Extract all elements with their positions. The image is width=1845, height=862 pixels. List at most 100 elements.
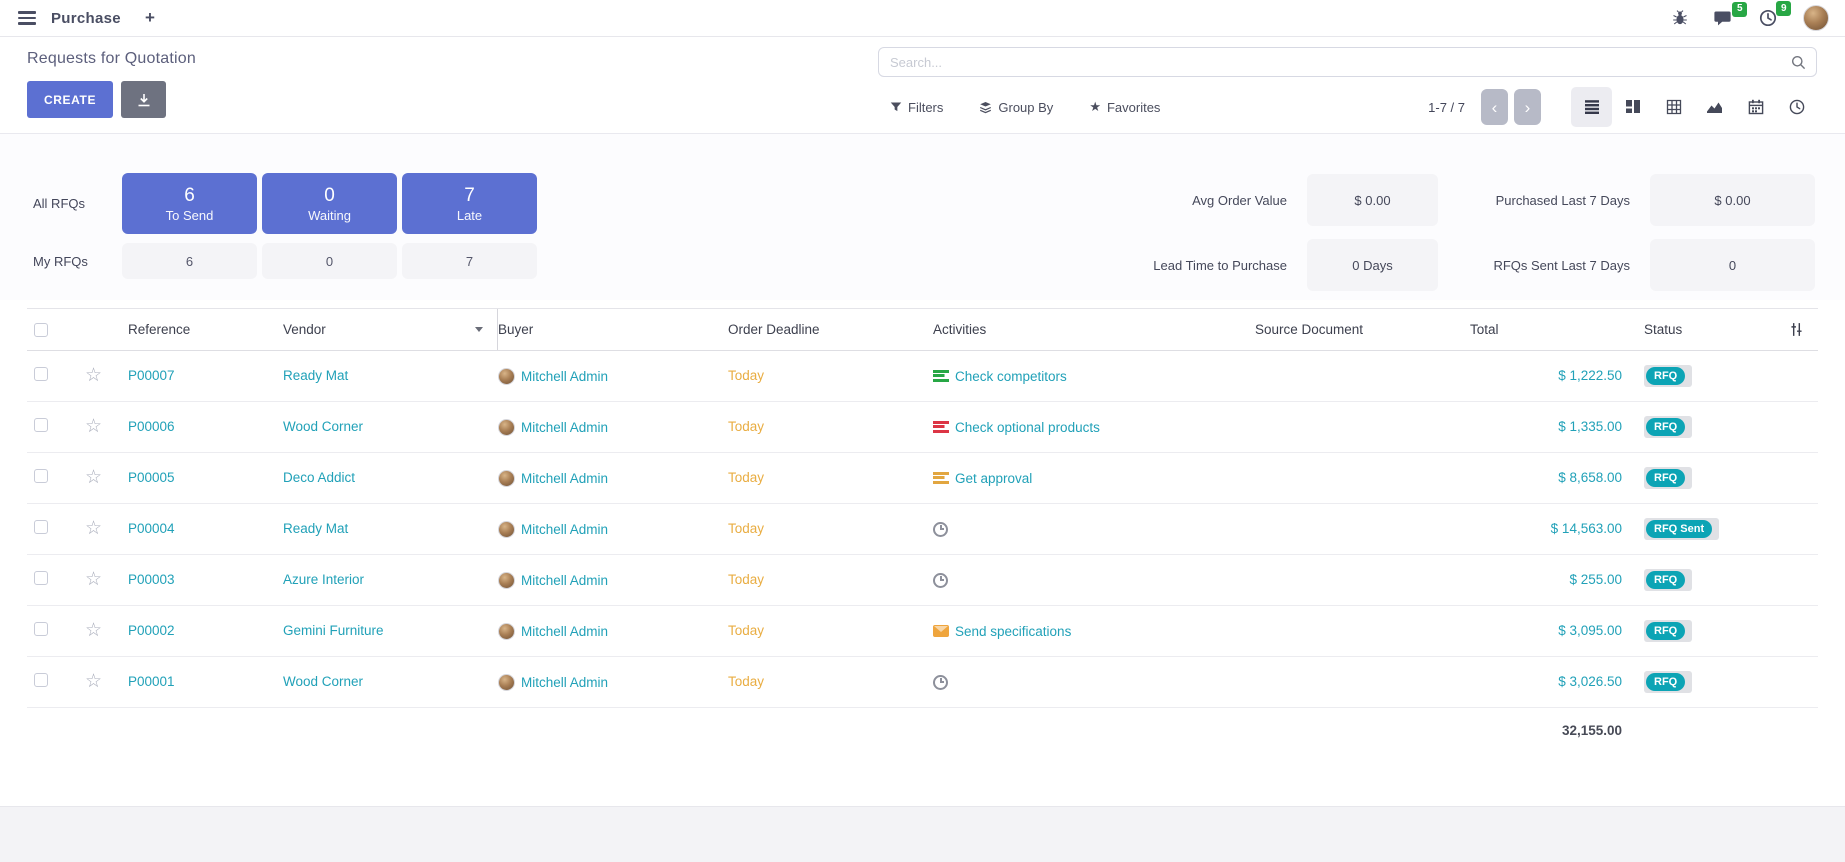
buyer-link[interactable]: Mitchell Admin [521,369,608,384]
create-button[interactable]: CREATE [27,81,113,118]
activity-tasks-icon[interactable] [933,370,949,383]
pivot-view-button[interactable] [1653,87,1694,127]
pager-previous-button[interactable]: ‹ [1481,89,1508,125]
star-icon[interactable]: ☆ [85,519,102,539]
table-row[interactable]: ☆ P00007 Ready Mat Mitchell Admin Today … [27,351,1818,402]
reference-link[interactable]: P00005 [128,470,175,485]
graph-view-button[interactable] [1694,87,1735,127]
export-button[interactable] [121,81,166,118]
apps-menu-icon[interactable] [18,11,36,25]
card-waiting[interactable]: 0 Waiting [262,173,397,234]
header-vendor[interactable]: Vendor [283,309,498,350]
star-icon[interactable]: ☆ [85,621,102,641]
table-row[interactable]: ☆ P00004 Ready Mat Mitchell Admin Today … [27,504,1818,555]
vendor-link[interactable]: Gemini Furniture [283,623,384,638]
kanban-view-button[interactable] [1612,87,1653,127]
favorites-button[interactable]: ★ Favorites [1089,99,1160,115]
plus-icon[interactable]: + [145,8,155,28]
star-icon[interactable]: ☆ [85,672,102,692]
table-row[interactable]: ☆ P00005 Deco Addict Mitchell Admin Toda… [27,453,1818,504]
vendor-link[interactable]: Deco Addict [283,470,355,485]
group-by-button[interactable]: Group By [979,100,1053,115]
optional-columns-icon[interactable] [1789,322,1804,337]
table-row[interactable]: ☆ P00006 Wood Corner Mitchell Admin Toda… [27,402,1818,453]
reference-link[interactable]: P00003 [128,572,175,587]
activities-menu[interactable]: 9 [1759,9,1777,27]
table-row[interactable]: ☆ P00002 Gemini Furniture Mitchell Admin… [27,606,1818,657]
table-row[interactable]: ☆ P00003 Azure Interior Mitchell Admin T… [27,555,1818,606]
activity-label[interactable]: Check optional products [955,420,1100,435]
activity-tasks-icon[interactable] [933,472,949,485]
lead-time-to-purchase[interactable]: 0 Days [1307,239,1438,291]
search-input[interactable] [890,55,1791,70]
table-row[interactable]: ☆ P00001 Wood Corner Mitchell Admin Toda… [27,657,1818,708]
vendor-link[interactable]: Wood Corner [283,674,363,689]
reference-link[interactable]: P00002 [128,623,175,638]
my-waiting-card[interactable]: 0 [262,243,397,279]
reference-link[interactable]: P00001 [128,674,175,689]
app-title[interactable]: Purchase [51,10,121,27]
star-icon[interactable]: ☆ [85,417,102,437]
buyer-avatar [498,623,515,640]
status-badge: RFQ [1644,365,1692,387]
my-late-card[interactable]: 7 [402,243,537,279]
star-icon[interactable]: ☆ [85,366,102,386]
my-to-send-card[interactable]: 6 [122,243,257,279]
activity-clock-icon[interactable] [933,675,948,690]
card-late[interactable]: 7 Late [402,173,537,234]
activity-tasks-icon[interactable] [933,421,949,434]
buyer-link[interactable]: Mitchell Admin [521,420,608,435]
vendor-link[interactable]: Wood Corner [283,419,363,434]
header-total[interactable]: Total [1470,309,1630,350]
reference-link[interactable]: P00004 [128,521,175,536]
buyer-link[interactable]: Mitchell Admin [521,471,608,486]
vendor-link[interactable]: Azure Interior [283,572,364,587]
star-icon[interactable]: ☆ [85,468,102,488]
card-to-send[interactable]: 6 To Send [122,173,257,234]
search-icon[interactable] [1791,55,1806,70]
avg-order-value[interactable]: $ 0.00 [1307,174,1438,226]
activity-clock-icon[interactable] [933,522,948,537]
order-deadline-value: Today [728,419,764,434]
messages-menu[interactable]: 5 [1714,10,1733,27]
header-buyer[interactable]: Buyer [498,309,728,350]
reference-link[interactable]: P00006 [128,419,175,434]
buyer-link[interactable]: Mitchell Admin [521,522,608,537]
row-checkbox[interactable] [34,418,48,432]
buyer-link[interactable]: Mitchell Admin [521,624,608,639]
header-reference[interactable]: Reference [125,309,283,350]
debug-bug-icon[interactable] [1672,10,1688,26]
row-checkbox[interactable] [34,571,48,585]
select-all-checkbox[interactable] [34,323,48,337]
activity-label[interactable]: Send specifications [955,624,1071,639]
vendor-link[interactable]: Ready Mat [283,521,348,536]
activity-label[interactable]: Check competitors [955,369,1067,384]
calendar-view-button[interactable] [1735,87,1776,127]
rfqs-sent-last-7-days[interactable]: 0 [1650,239,1815,291]
row-checkbox[interactable] [34,520,48,534]
row-checkbox[interactable] [34,367,48,381]
vendor-link[interactable]: Ready Mat [283,368,348,383]
activity-envelope-icon[interactable] [933,625,949,637]
list-view-button[interactable] [1571,87,1612,127]
header-activities[interactable]: Activities [933,309,1255,350]
filters-button[interactable]: Filters [890,100,943,115]
buyer-link[interactable]: Mitchell Admin [521,675,608,690]
header-order-deadline[interactable]: Order Deadline [728,309,933,350]
activity-clock-icon[interactable] [933,573,948,588]
header-status[interactable]: Status [1630,309,1745,350]
row-checkbox[interactable] [34,469,48,483]
star-icon[interactable]: ☆ [85,570,102,590]
pager-next-button[interactable]: › [1514,89,1541,125]
header-source-document[interactable]: Source Document [1255,309,1470,350]
row-checkbox[interactable] [34,673,48,687]
buyer-link[interactable]: Mitchell Admin [521,573,608,588]
user-avatar[interactable] [1803,5,1829,31]
status-badge: RFQ [1644,620,1692,642]
activity-label[interactable]: Get approval [955,471,1032,486]
row-checkbox[interactable] [34,622,48,636]
purchased-last-7-days[interactable]: $ 0.00 [1650,174,1815,226]
activity-view-button[interactable] [1776,87,1817,127]
reference-link[interactable]: P00007 [128,368,175,383]
search-box[interactable] [878,47,1817,77]
